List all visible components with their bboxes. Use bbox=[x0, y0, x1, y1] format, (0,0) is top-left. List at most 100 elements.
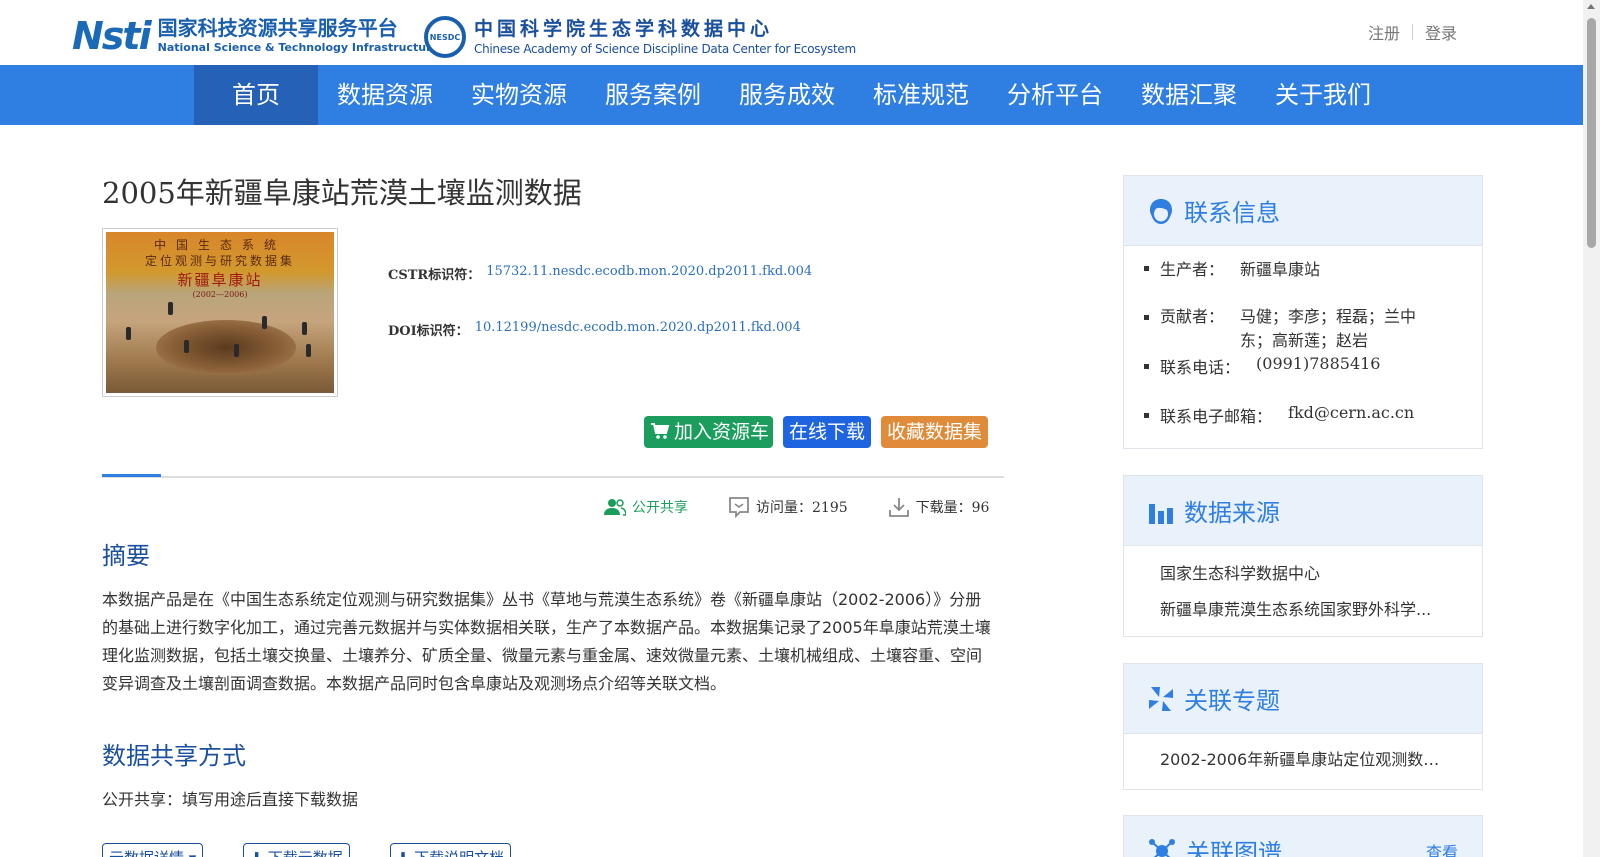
bar-chart-icon bbox=[1149, 503, 1173, 524]
abstract-text: 本数据产品是在《中国生态系统定位观测与研究数据集》丛书《草地与荒漠生态系统》卷《… bbox=[102, 590, 991, 693]
scroll-up-arrow-icon[interactable] bbox=[1587, 4, 1595, 9]
graph-view-link[interactable]: 查看 bbox=[1426, 839, 1458, 857]
cover-figure bbox=[234, 344, 239, 357]
comment-icon bbox=[729, 497, 749, 518]
cover-soil-pit bbox=[156, 320, 296, 375]
source-item[interactable]: 新疆阜康荒漠生态系统国家野外科学... bbox=[1160, 592, 1446, 628]
metadata-details-label: 元数据详情 bbox=[109, 849, 184, 857]
download-count-label: 下载量：96 bbox=[915, 500, 990, 516]
nav-item-data-resources[interactable]: 数据资源 bbox=[318, 65, 452, 125]
cover-figure bbox=[168, 302, 173, 315]
add-to-cart-label: 加入资源车 bbox=[674, 421, 770, 443]
auth-links: 注册 登录 bbox=[1368, 20, 1457, 44]
network-icon bbox=[1149, 838, 1175, 857]
graph-panel-title: 关联图谱 bbox=[1186, 839, 1282, 857]
contact-item-email: 联系电子邮箱： fkd@cern.ac.cn bbox=[1144, 403, 1462, 443]
contact-item-phone: 联系电话： (0991)7885416 bbox=[1144, 354, 1462, 403]
tab-active-indicator bbox=[102, 474, 161, 477]
nav-item-analysis-platform[interactable]: 分析平台 bbox=[988, 65, 1122, 125]
contact-email-link[interactable]: fkd@cern.ac.cn bbox=[1288, 403, 1414, 443]
contact-item-producer: 生产者： 新疆阜康站 bbox=[1144, 256, 1462, 305]
contact-label: 联系电话： bbox=[1160, 358, 1241, 377]
cart-icon bbox=[651, 423, 670, 439]
cover-figure bbox=[306, 344, 311, 357]
source-item[interactable]: 国家生态科学数据中心 bbox=[1160, 556, 1446, 592]
nsti-logo[interactable]: Nsti 国家科技资源共享服务平台 National Science & Tec… bbox=[72, 16, 439, 56]
cover-line-3: 新疆阜康站 bbox=[177, 271, 263, 289]
download-doc-button[interactable]: ⬇ 下载说明文档 bbox=[389, 843, 512, 857]
scrollbar-thumb[interactable] bbox=[1587, 18, 1596, 248]
cover-line-4: (2002—2006) bbox=[192, 290, 248, 299]
contact-panel: 联系信息 生产者： 新疆阜康站 贡献者： 马健；李彦；程磊；兰中东；高新莲；赵岩… bbox=[1123, 175, 1483, 449]
nav-item-about-us[interactable]: 关于我们 bbox=[1256, 65, 1390, 125]
nav-item-data-aggregation[interactable]: 数据汇聚 bbox=[1122, 65, 1256, 125]
download-icon bbox=[888, 498, 909, 517]
contact-value: 马健；李彦；程磊；兰中东；高新莲；赵岩 bbox=[1240, 307, 1417, 350]
contact-label: 联系电子邮箱： bbox=[1160, 407, 1273, 426]
graph-panel: 关联图谱 查看 bbox=[1123, 815, 1483, 857]
download-icon: ⬇ bbox=[250, 849, 263, 857]
identifiers: CSTR标识符： 15732.11.nesdc.ecodb.mon.2020.d… bbox=[388, 264, 812, 376]
add-to-cart-button[interactable]: 加入资源车 bbox=[644, 416, 774, 448]
user-avatar-icon bbox=[1150, 198, 1172, 224]
nav-item-service-cases[interactable]: 服务案例 bbox=[586, 65, 720, 125]
nav-item-home[interactable]: 首页 bbox=[194, 65, 318, 125]
source-panel-title: 数据来源 bbox=[1184, 499, 1280, 527]
sharing-text: 公开共享：填写用途后直接下载数据 bbox=[102, 790, 359, 809]
cover-line-1: 中国生态系统 bbox=[153, 238, 286, 252]
page-scrollbar[interactable] bbox=[1583, 0, 1600, 857]
action-buttons: 加入资源车 在线下载 收藏数据集 bbox=[644, 416, 989, 448]
register-link[interactable]: 注册 bbox=[1368, 20, 1400, 44]
tab-divider bbox=[102, 476, 1004, 478]
nsti-logo-en: National Science & Technology Infrastruc… bbox=[157, 41, 439, 54]
metadata-details-button[interactable]: 元数据详情 ▾ bbox=[102, 843, 204, 857]
metadata-buttons: 元数据详情 ▾ ⬇ 下载元数据 ⬇ 下载说明文档 bbox=[102, 843, 551, 857]
pinwheel-icon bbox=[1149, 686, 1173, 711]
login-link[interactable]: 登录 bbox=[1425, 20, 1457, 44]
nsti-logo-cn: 国家科技资源共享服务平台 bbox=[157, 16, 398, 40]
nav-item-physical-resources[interactable]: 实物资源 bbox=[452, 65, 586, 125]
nesdc-logo[interactable]: NESDC 中国科学院生态学科数据中心 Chinese Academy of S… bbox=[424, 16, 856, 58]
contact-item-contributors: 贡献者： 马健；李彦；程磊；兰中东；高新莲；赵岩 bbox=[1144, 305, 1462, 354]
auth-divider bbox=[1411, 24, 1413, 40]
visit-count: 访问量：2195 bbox=[728, 496, 848, 518]
cstr-value-link[interactable]: 15732.11.nesdc.ecodb.mon.2020.dp2011.fkd… bbox=[486, 264, 812, 279]
cover-figure bbox=[126, 327, 131, 340]
download-icon: ⬇ bbox=[397, 849, 410, 857]
main-nav: 首页 数据资源 实物资源 服务案例 服务成效 标准规范 分析平台 数据汇聚 关于… bbox=[0, 65, 1583, 125]
abstract-heading: 摘要 bbox=[102, 542, 150, 570]
top-header: Nsti 国家科技资源共享服务平台 National Science & Tec… bbox=[0, 0, 1583, 65]
dataset-cover-image: 中国生态系统 定位观测与研究数据集 新疆阜康站 (2002—2006) bbox=[102, 228, 338, 397]
share-status-label: 公开共享 bbox=[632, 500, 688, 516]
cstr-label: CSTR标识符： bbox=[388, 268, 481, 283]
visit-count-label: 访问量：2195 bbox=[756, 500, 848, 516]
cover-figure bbox=[302, 322, 307, 335]
cover-figure bbox=[184, 340, 189, 353]
nesdc-logo-en: Chinese Academy of Science Discipline Da… bbox=[474, 42, 856, 56]
source-panel: 数据来源 国家生态科学数据中心 新疆阜康荒漠生态系统国家野外科学... bbox=[1123, 475, 1483, 637]
download-count: 下载量：96 bbox=[888, 496, 990, 518]
chevron-down-icon: ▾ bbox=[189, 849, 197, 857]
contact-label: 贡献者： bbox=[1160, 307, 1225, 326]
download-metadata-button[interactable]: ⬇ 下载元数据 bbox=[243, 843, 350, 857]
nav-item-standards[interactable]: 标准规范 bbox=[854, 65, 988, 125]
favorite-dataset-button[interactable]: 收藏数据集 bbox=[881, 416, 989, 448]
topic-item[interactable]: 2002-2006年新疆阜康站定位观测数据集 bbox=[1160, 742, 1446, 778]
download-doc-label: 下载说明文档 bbox=[414, 849, 504, 857]
nsti-logo-mark: Nsti bbox=[72, 14, 152, 58]
contact-value: (0991)7885416 bbox=[1256, 354, 1381, 373]
cover-line-2: 定位观测与研究数据集 bbox=[144, 254, 295, 268]
online-download-button[interactable]: 在线下载 bbox=[783, 416, 872, 448]
nesdc-logo-mark: NESDC bbox=[424, 16, 466, 58]
nesdc-logo-cn: 中国科学院生态学科数据中心 bbox=[474, 18, 774, 40]
contact-value: 新疆阜康站 bbox=[1240, 260, 1321, 279]
nav-item-service-results[interactable]: 服务成效 bbox=[720, 65, 854, 125]
share-status: 公开共享 bbox=[604, 497, 688, 517]
topic-panel: 关联专题 2002-2006年新疆阜康站定位观测数据集 bbox=[1123, 663, 1483, 790]
cover-figure bbox=[262, 316, 267, 329]
sharing-heading: 数据共享方式 bbox=[102, 742, 246, 770]
doi-value-link[interactable]: 10.12199/nesdc.ecodb.mon.2020.dp2011.fkd… bbox=[475, 320, 801, 335]
doi-label: DOI标识符： bbox=[388, 324, 469, 339]
users-icon bbox=[604, 499, 626, 516]
dataset-stats: 公开共享 访问量：2195 下载量：96 bbox=[604, 496, 989, 518]
